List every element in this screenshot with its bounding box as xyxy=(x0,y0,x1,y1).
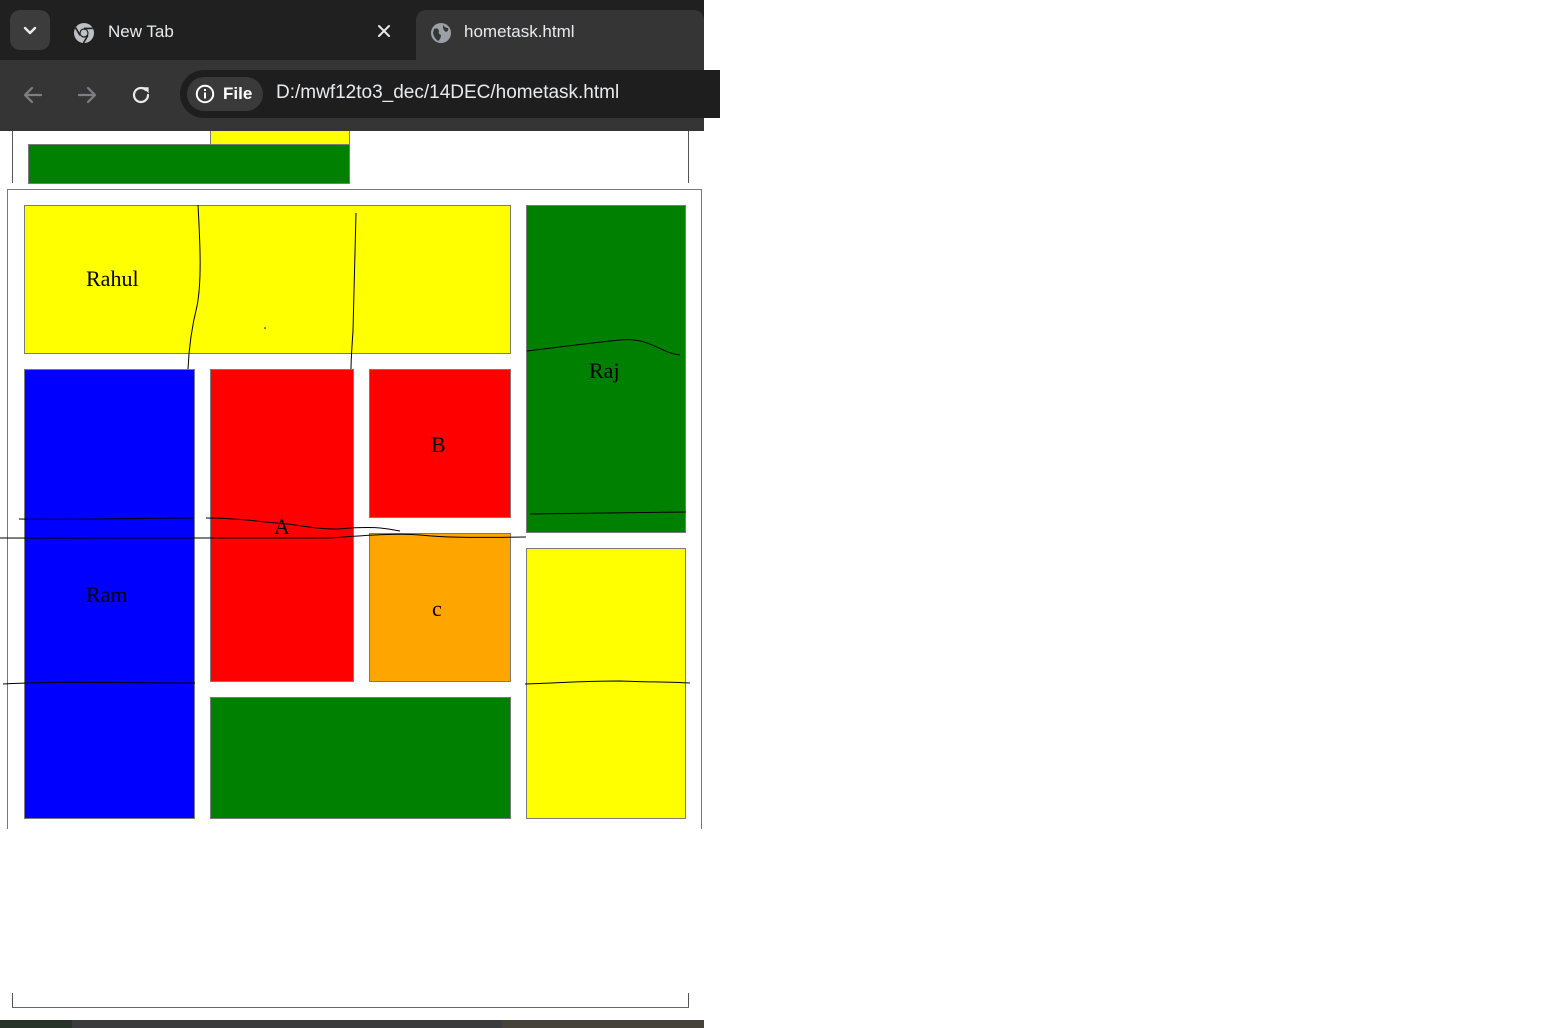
reload-button[interactable] xyxy=(126,80,156,110)
box-rahul: Rahul xyxy=(24,205,511,354)
box-b-label: B xyxy=(431,432,446,457)
close-icon xyxy=(378,25,390,37)
box-c-label: c xyxy=(432,596,442,621)
box-ram-label: Ram xyxy=(86,582,128,607)
box-b: B xyxy=(369,369,511,518)
taskbar-strip xyxy=(0,1020,704,1028)
info-icon xyxy=(195,84,215,104)
outer-frame-left-edge xyxy=(12,131,13,183)
arrow-left-icon xyxy=(23,86,43,104)
top-yellow-strip xyxy=(210,131,350,145)
top-green-bar xyxy=(28,144,350,184)
site-info-chip[interactable]: File xyxy=(187,77,263,111)
chevron-down-icon xyxy=(23,26,37,35)
box-bottom-right-yellow xyxy=(526,548,686,819)
outer-frame-lower-left-edge xyxy=(12,993,13,1008)
tab-strip: New Tab hometask.html xyxy=(0,0,704,62)
forward-button[interactable] xyxy=(72,80,102,110)
close-tab-button[interactable] xyxy=(372,19,396,43)
tab-hometask[interactable]: hometask.html xyxy=(416,10,704,60)
chip-label: File xyxy=(223,84,253,103)
box-raj-label: Raj xyxy=(589,358,620,383)
tab-new-tab[interactable]: New Tab xyxy=(60,10,414,60)
taskbar-segment xyxy=(502,1020,704,1028)
box-c: c xyxy=(369,533,511,682)
outer-frame-right-edge xyxy=(688,131,689,183)
reload-icon xyxy=(132,86,150,104)
chrome-icon xyxy=(74,23,94,44)
page-viewport: Rahul Raj Ram A B c xyxy=(0,131,704,1020)
tab-label: New Tab xyxy=(108,22,174,41)
outer-frame-bottom-edge xyxy=(12,1007,689,1008)
box-ram: Ram xyxy=(24,369,195,819)
address-bar[interactable]: File D:/mwf12to3_dec/14DEC/hometask.html xyxy=(180,70,720,118)
arrow-right-icon xyxy=(77,86,97,104)
box-rahul-label: Rahul xyxy=(86,266,139,291)
url-text[interactable]: D:/mwf12to3_dec/14DEC/hometask.html xyxy=(276,82,619,104)
box-a: A xyxy=(210,369,354,682)
outer-frame-lower-right-edge xyxy=(688,993,689,1008)
taskbar-segment xyxy=(72,1020,502,1028)
box-bottom-green xyxy=(210,697,511,819)
tab-search-button[interactable] xyxy=(10,10,50,50)
box-a-label: A xyxy=(274,514,290,539)
back-button[interactable] xyxy=(18,80,48,110)
tab-label: hometask.html xyxy=(464,22,575,41)
box-raj: Raj xyxy=(526,205,686,533)
screen: New Tab hometask.html File D:/mwf12to3_d… xyxy=(0,0,1564,1028)
taskbar-segment xyxy=(0,1020,72,1028)
browser-toolbar: File D:/mwf12to3_dec/14DEC/hometask.html xyxy=(0,60,720,131)
globe-icon xyxy=(431,23,451,43)
